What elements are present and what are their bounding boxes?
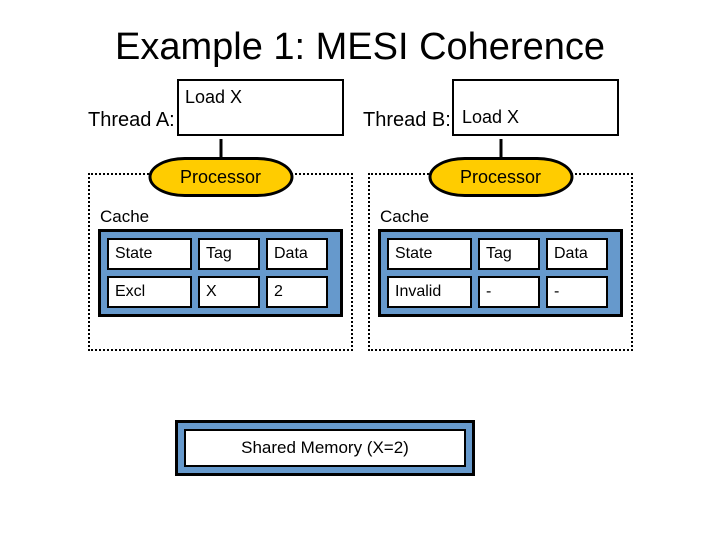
cache-b-state: Invalid	[387, 276, 472, 308]
col-data-header: Data	[266, 238, 328, 270]
processor-a-pill: Processor	[148, 157, 293, 197]
connector-line	[499, 139, 502, 159]
thread-ops-area: Thread A: Load X Thread B: Load X	[0, 79, 720, 149]
col-tag-header: Tag	[478, 238, 540, 270]
shared-memory-box: Shared Memory (X=2)	[175, 420, 475, 476]
thread-a-op: Load X	[185, 87, 336, 108]
table-row: State Tag Data	[107, 238, 334, 270]
processor-label: Processor	[180, 167, 261, 188]
cache-b-table: State Tag Data Invalid - -	[378, 229, 623, 317]
thread-b-label: Thread B:	[363, 109, 451, 132]
cache-a-label: Cache	[100, 207, 343, 227]
cache-b-tag: -	[478, 276, 540, 308]
cache-a-state: Excl	[107, 276, 192, 308]
cache-b-data: -	[546, 276, 608, 308]
cache-b-label: Cache	[380, 207, 623, 227]
col-state-header: State	[387, 238, 472, 270]
col-state-header: State	[107, 238, 192, 270]
thread-b-op-box: Load X	[452, 79, 619, 136]
table-row: Excl X 2	[107, 276, 334, 308]
col-tag-header: Tag	[198, 238, 260, 270]
thread-a-op-box: Load X	[177, 79, 344, 136]
processor-b-block: Processor Cache State Tag Data Invalid -…	[368, 173, 633, 351]
col-data-header: Data	[546, 238, 608, 270]
processor-label: Processor	[460, 167, 541, 188]
shared-memory-outer: Shared Memory (X=2)	[175, 420, 475, 476]
connector-line	[219, 139, 222, 159]
processors-area: Processor Cache State Tag Data Excl X 2 …	[0, 149, 720, 364]
table-row: Invalid - -	[387, 276, 614, 308]
processor-b-pill: Processor	[428, 157, 573, 197]
cache-a-table: State Tag Data Excl X 2	[98, 229, 343, 317]
cache-a-data: 2	[266, 276, 328, 308]
thread-b-op: Load X	[462, 107, 611, 128]
table-row: State Tag Data	[387, 238, 614, 270]
processor-a-block: Processor Cache State Tag Data Excl X 2	[88, 173, 353, 351]
slide-title: Example 1: MESI Coherence	[0, 0, 720, 79]
cache-a-tag: X	[198, 276, 260, 308]
shared-memory-label: Shared Memory (X=2)	[184, 429, 466, 467]
thread-a-label: Thread A:	[88, 109, 175, 132]
